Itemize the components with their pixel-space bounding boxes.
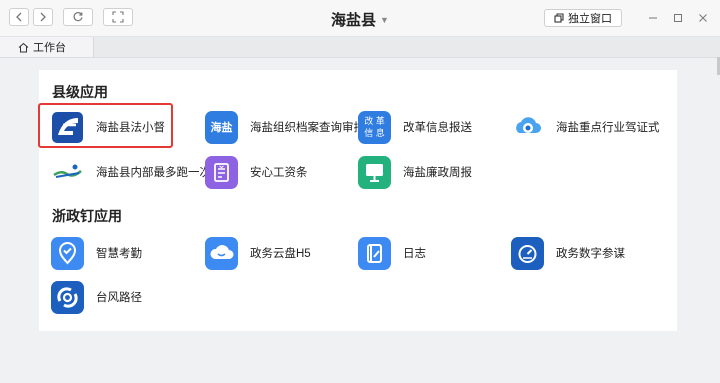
haiyan-text-icon: 海盐 [205, 110, 238, 144]
app-label: 台风路径 [96, 292, 142, 304]
app-label: 智慧考勤 [96, 248, 142, 260]
app-label: 海盐县内部最多跑一次 [96, 167, 211, 179]
caret-down-icon: ▼ [380, 15, 389, 25]
fullscreen-icon [112, 11, 124, 23]
section-title-county: 县级应用 [52, 84, 108, 100]
independent-window-label: 独立窗口 [568, 13, 612, 25]
close-button[interactable] [695, 10, 711, 26]
tab-bar: 工作台 [0, 37, 720, 58]
back-button[interactable] [9, 8, 29, 26]
app-journal[interactable]: 日志 [358, 236, 426, 270]
app-reform-info[interactable]: 改 革 信 息 改革信息报送 [358, 110, 472, 144]
fullscreen-button[interactable] [103, 8, 133, 26]
app-label: 日志 [403, 248, 426, 260]
highlight-box [38, 103, 173, 148]
gaige-xinxi-icon: 改 革 信 息 [358, 110, 391, 144]
independent-window-button[interactable]: 独立窗口 [544, 9, 622, 27]
cloud-icon [205, 236, 238, 270]
maximize-icon [674, 14, 682, 22]
app-key-industry[interactable]: 海盐重点行业驾证式 [511, 110, 660, 144]
chevron-left-icon [16, 12, 22, 22]
monitor-icon [358, 155, 391, 189]
gauge-icon [511, 236, 544, 270]
payslip-icon [205, 155, 238, 189]
home-icon [18, 42, 29, 52]
title-bar: 海盐县 ▼ 独立窗口 [0, 0, 720, 37]
app-label: 改革信息报送 [403, 122, 472, 134]
app-label: 海盐廉政周报 [403, 167, 472, 179]
close-icon [699, 14, 707, 22]
maximize-button[interactable] [670, 10, 686, 26]
window-copy-icon [554, 13, 564, 23]
cloud-swirl-icon [511, 110, 544, 144]
app-label: 海盐重点行业驾证式 [556, 122, 660, 134]
chevron-right-icon [40, 12, 46, 22]
app-weekly-report[interactable]: 海盐廉政周报 [358, 155, 472, 189]
refresh-icon [73, 12, 83, 22]
app-attendance[interactable]: 智慧考勤 [51, 236, 142, 270]
minimize-button[interactable] [645, 10, 661, 26]
minimize-icon [649, 17, 657, 19]
refresh-button[interactable] [63, 8, 93, 26]
app-digital-advisor[interactable]: 政务数字参谋 [511, 236, 625, 270]
app-cloud-disk[interactable]: 政务云盘H5 [205, 236, 311, 270]
window-title-text: 海盐县 [331, 12, 377, 29]
tab-label: 工作台 [33, 42, 66, 54]
run-once-logo [51, 155, 84, 189]
forward-button[interactable] [33, 8, 53, 26]
section-title-zhengding: 浙政钉应用 [52, 208, 122, 224]
app-run-once[interactable]: 海盐县内部最多跑一次 [51, 155, 211, 189]
app-typhoon[interactable]: 台风路径 [51, 280, 142, 314]
app-label: 海盐组织档案查询审批 [250, 122, 365, 134]
app-payslip[interactable]: 安心工资条 [205, 155, 308, 189]
tab-workbench[interactable]: 工作台 [0, 37, 94, 57]
app-label: 政务数字参谋 [556, 248, 625, 260]
app-label: 安心工资条 [250, 167, 308, 179]
app-label: 政务云盘H5 [250, 248, 311, 260]
app-org-archive[interactable]: 海盐 海盐组织档案查询审批 [205, 110, 365, 144]
typhoon-icon [51, 280, 84, 314]
journal-edit-icon [358, 236, 391, 270]
location-check-icon [51, 236, 84, 270]
